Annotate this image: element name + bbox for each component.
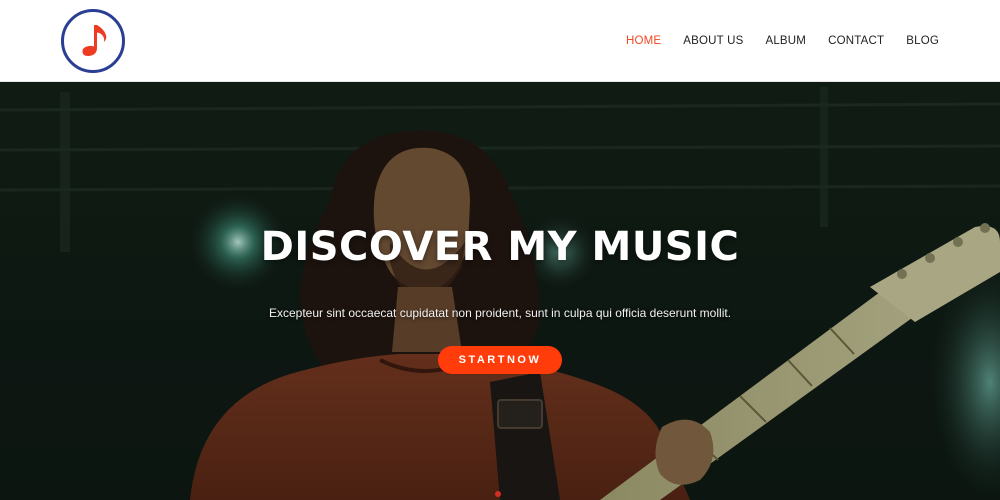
main-nav: HOME ABOUT US ALBUM CONTACT BLOG [626,0,939,82]
logo[interactable] [61,9,125,73]
site-header: HOME ABOUT US ALBUM CONTACT BLOG [0,0,1000,82]
nav-blog[interactable]: BLOG [906,35,939,47]
nav-home[interactable]: HOME [626,35,661,47]
nav-album[interactable]: ALBUM [765,35,806,47]
hero-section: DISCOVER MY MUSIC Excepteur sint occaeca… [0,82,1000,500]
nav-contact[interactable]: CONTACT [828,35,884,47]
hero-content: DISCOVER MY MUSIC Excepteur sint occaeca… [0,82,1000,500]
music-note-icon [82,25,107,57]
hero-title: DISCOVER MY MUSIC [260,224,740,270]
start-now-button[interactable]: STARTNOW [438,346,562,374]
hero-subtitle: Excepteur sint occaecat cupidatat non pr… [268,306,732,320]
nav-about-us[interactable]: ABOUT US [683,35,743,47]
